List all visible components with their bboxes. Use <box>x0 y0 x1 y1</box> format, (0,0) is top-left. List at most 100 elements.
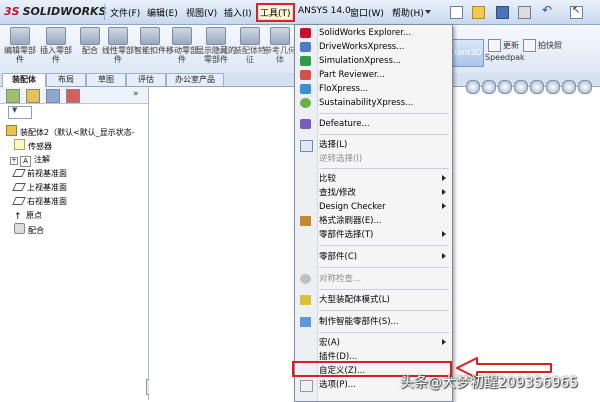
property-manager-tab-icon[interactable] <box>26 89 40 103</box>
tree-item-top-plane[interactable]: 上视基准面 <box>12 181 67 194</box>
tab-office-products[interactable]: 办公室产品 <box>166 73 224 86</box>
select-tool-button[interactable] <box>568 4 584 20</box>
section-view-icon[interactable] <box>498 80 512 94</box>
menu-item-symmetry-check[interactable]: 对称检查... <box>295 272 452 286</box>
smart-component-icon <box>300 317 311 327</box>
display-manager-tab-icon[interactable] <box>66 89 80 103</box>
ribbon-insert-component-button[interactable]: 插入零部件 <box>40 27 72 64</box>
menu-item-find-modify[interactable]: 查找/修改 <box>295 186 452 200</box>
tree-filter-dropdown[interactable] <box>8 106 32 119</box>
undo-icon <box>542 3 553 17</box>
tab-assembly[interactable]: 装配体 <box>2 73 46 87</box>
menu-bar: 3S SOLIDWORKS 文件(F) 编辑(E) 视图(V) 插入(I) 工具(… <box>0 0 600 25</box>
print-icon <box>518 6 531 19</box>
open-button[interactable] <box>470 4 486 20</box>
mate-icon <box>14 223 25 234</box>
snapshot-button[interactable]: 拍快照 <box>523 39 562 52</box>
menu-item-component-selection[interactable]: 零部件选择(T) <box>295 228 452 242</box>
ribbon-assembly-features-button[interactable]: 装配体特征 <box>234 27 266 64</box>
menu-item-part-reviewer[interactable]: Part Reviewer... <box>295 68 452 82</box>
tab-sketch[interactable]: 草图 <box>86 73 126 86</box>
tree-item-mates[interactable]: 配合 <box>14 223 44 236</box>
tree-item-front-plane[interactable]: 前视基准面 <box>12 167 67 180</box>
menu-separator <box>319 267 449 268</box>
menu-item-defeature[interactable]: Defeature... <box>295 117 452 131</box>
submenu-arrow-icon <box>442 339 446 345</box>
ribbon-show-hidden-button[interactable]: 显示隐藏的零部件 <box>196 27 236 64</box>
ribbon-reference-geometry-button[interactable]: 参考几何体 <box>264 27 296 64</box>
menu-separator <box>319 168 449 169</box>
options-icon <box>300 380 313 392</box>
move-component-icon <box>172 27 192 45</box>
new-document-button[interactable] <box>448 4 464 20</box>
configuration-manager-tab-icon[interactable] <box>46 89 60 103</box>
speedpak-label: Speedpak <box>485 53 525 62</box>
tree-root-assembly[interactable]: 装配体2（默认<默认_显示状态- <box>6 125 135 138</box>
annotation-icon: A <box>20 156 31 167</box>
solidworks-logo: 3S SOLIDWORKS <box>4 5 107 18</box>
menu-item-floxpress[interactable]: FloXpress... <box>295 82 452 96</box>
view-zoom-icon[interactable] <box>466 80 480 94</box>
menu-item-sustainabilityxpress[interactable]: SustainabilityXpress... <box>295 96 452 110</box>
plane-icon <box>12 169 26 177</box>
ribbon-edit-component-button[interactable]: 编辑零部件 <box>4 27 36 64</box>
menu-item-component[interactable]: 零部件(C) <box>295 250 452 264</box>
tree-item-right-plane[interactable]: 右视基准面 <box>12 195 67 208</box>
menu-edit[interactable]: 编辑(E) <box>147 6 178 19</box>
view-orientation-icon[interactable] <box>482 80 496 94</box>
instant3d-button[interactable]: tant3D <box>452 39 484 67</box>
new-document-icon <box>450 6 463 19</box>
camera-icon <box>523 39 536 52</box>
tab-evaluate[interactable]: 评估 <box>126 73 166 86</box>
menu-item-macro[interactable]: 宏(A) <box>295 336 452 350</box>
cursor-icon <box>570 5 583 19</box>
view-settings-icon[interactable] <box>578 80 592 94</box>
menu-ansys[interactable]: ANSYS 14.0 <box>298 6 351 16</box>
ribbon-move-component-button[interactable]: 移动零部件 <box>166 27 198 64</box>
undo-button[interactable] <box>540 3 556 20</box>
save-icon <box>496 6 509 19</box>
help-caret-icon[interactable] <box>425 10 431 14</box>
menu-item-simulationxpress[interactable]: SimulationXpress... <box>295 54 452 68</box>
tree-item-sensors[interactable]: 传感器 <box>14 139 52 152</box>
expand-plus-icon[interactable]: + <box>10 157 18 165</box>
folder-icon <box>472 6 485 19</box>
show-hidden-icon <box>206 27 226 45</box>
menu-item-format-painter[interactable]: 格式涂刷器(E)... <box>295 214 452 228</box>
display-style-icon[interactable] <box>514 80 528 94</box>
menu-item-compare[interactable]: 比较 <box>295 172 452 186</box>
menu-insert[interactable]: 插入(I) <box>224 6 252 19</box>
menu-item-solidworks-explorer[interactable]: SolidWorks Explorer... <box>295 26 452 40</box>
menu-item-large-assembly-mode[interactable]: 大型装配体模式(L) <box>295 293 452 307</box>
appearance-icon[interactable] <box>546 80 560 94</box>
tree-item-annotations[interactable]: + A 注解 <box>10 153 50 167</box>
menu-item-driveworksxpress[interactable]: DriveWorksXpress... <box>295 40 452 54</box>
submenu-arrow-icon <box>442 175 446 181</box>
feature-manager-tab-icon[interactable] <box>6 89 20 103</box>
print-button[interactable] <box>516 4 532 20</box>
menu-separator <box>319 310 449 311</box>
menu-item-design-checker[interactable]: Design Checker <box>295 200 452 214</box>
menu-item-make-smart-component[interactable]: 制作智能零部件(S)... <box>295 315 452 329</box>
mate-icon <box>80 27 100 45</box>
insert-component-icon <box>46 27 66 45</box>
tab-layout[interactable]: 布局 <box>46 73 86 86</box>
tree-item-origin[interactable]: ↑ 原点 <box>14 209 42 222</box>
update-speedpak-button[interactable]: 更新 <box>488 39 519 52</box>
ribbon-linear-pattern-button[interactable]: 线性零部件 <box>102 27 134 64</box>
menu-tools[interactable]: 工具(T) <box>256 3 295 22</box>
save-button[interactable] <box>494 4 510 20</box>
menu-help[interactable]: 帮助(H) <box>392 6 424 19</box>
menu-item-select[interactable]: 选择(L) <box>295 138 452 152</box>
menu-window[interactable]: 窗口(W) <box>350 6 384 19</box>
menu-file[interactable]: 文件(F) <box>110 6 140 19</box>
reference-geometry-icon <box>270 27 290 45</box>
expand-panel-icon[interactable]: » <box>133 89 139 99</box>
hide-show-icon[interactable] <box>530 80 544 94</box>
driveworks-icon <box>300 42 311 52</box>
menu-separator <box>319 332 449 333</box>
menu-item-invert-selection[interactable]: 逆转选择(I) <box>295 152 452 166</box>
menu-view[interactable]: 视图(V) <box>186 6 217 19</box>
scene-icon[interactable] <box>562 80 576 94</box>
ribbon-smart-fasteners-button[interactable]: 智能扣件 <box>134 27 166 55</box>
